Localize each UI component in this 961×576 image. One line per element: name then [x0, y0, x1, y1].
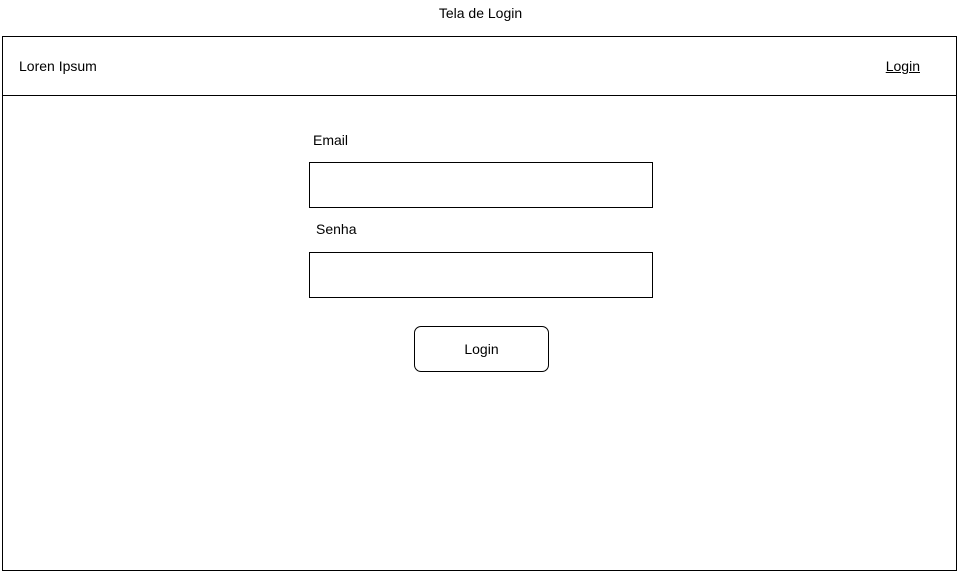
top-nav-bar: Loren Ipsum Login — [3, 37, 956, 96]
page-title: Tela de Login — [438, 5, 523, 21]
email-field[interactable] — [309, 162, 653, 208]
nav-login-link[interactable]: Login — [886, 57, 920, 75]
brand-name: Loren Ipsum — [19, 58, 97, 74]
password-field[interactable] — [309, 252, 653, 298]
login-button[interactable]: Login — [414, 326, 549, 372]
password-label: Senha — [316, 221, 357, 237]
login-screen-frame: Loren Ipsum Login Email Senha Login — [2, 36, 957, 571]
email-label: Email — [313, 132, 349, 148]
